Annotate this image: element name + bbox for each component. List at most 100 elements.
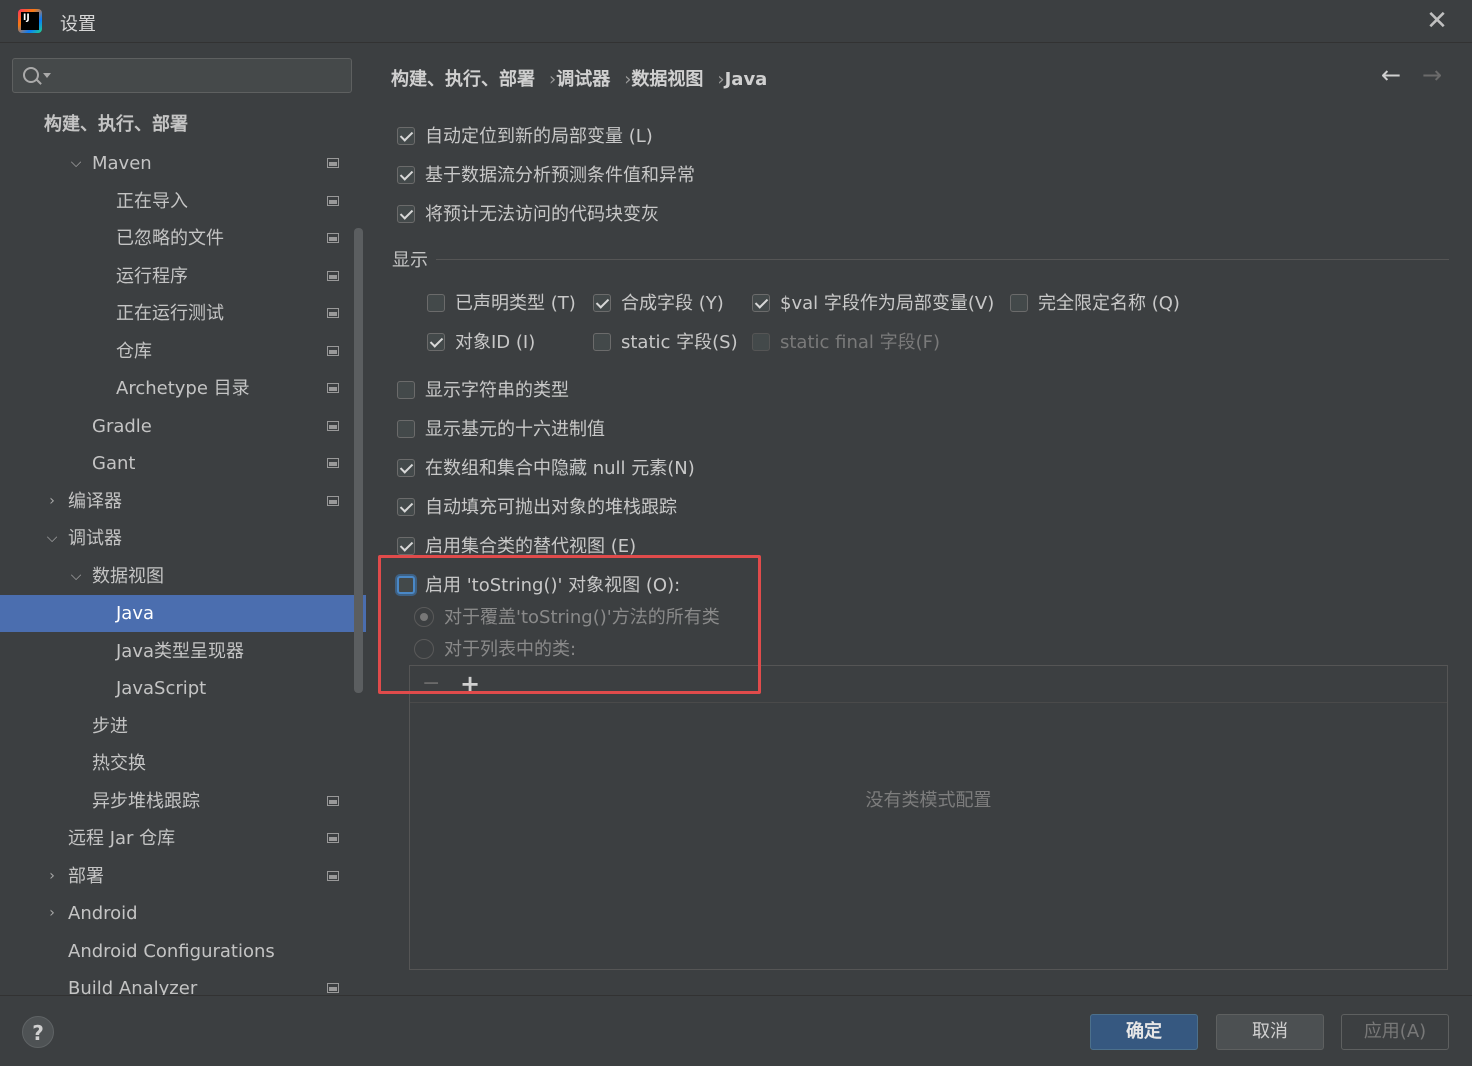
chevron-right-icon[interactable]: › [42, 858, 62, 895]
chevron-down-icon[interactable] [43, 73, 51, 78]
checkbox-box[interactable] [1010, 293, 1028, 312]
sidebar-item-maven[interactable]: ⌵ Maven [0, 145, 366, 182]
help-button[interactable]: ? [22, 1016, 54, 1048]
sidebar-item-label: Java [116, 603, 155, 624]
sidebar-item-compiler[interactable]: › 编译器 [0, 483, 366, 520]
sidebar-item-java[interactable]: Java [0, 595, 366, 632]
checkbox-gray-unreachable[interactable]: 将预计无法访问的代码块变灰 [397, 200, 659, 230]
sidebar-item-remote-jar[interactable]: 远程 Jar 仓库 [0, 820, 366, 857]
checkbox-label: 显示基元的十六进制值 [425, 419, 605, 440]
sidebar-item-data-views[interactable]: ⌵ 数据视图 [0, 558, 366, 595]
breadcrumb-separator: › [717, 69, 725, 90]
sidebar-item-label: 编译器 [68, 491, 122, 512]
checkbox-static-fields[interactable]: static 字段(S) [593, 328, 738, 358]
apply-button[interactable]: 应用(A) [1341, 1014, 1449, 1050]
sidebar-item-label: 仓库 [116, 341, 152, 362]
chevron-right-icon[interactable]: › [42, 895, 62, 932]
checkbox-box[interactable] [397, 536, 415, 555]
search-input[interactable] [59, 63, 348, 89]
checkbox-fqn[interactable]: 完全限定名称 (Q) [1010, 289, 1180, 319]
search-field[interactable] [12, 58, 352, 93]
breadcrumb-item: Java [724, 69, 768, 90]
checkbox-declared-type[interactable]: 已声明类型 (T) [427, 289, 576, 319]
checkbox-box[interactable] [397, 497, 415, 516]
checkbox-synthetic-fields[interactable]: 合成字段 (Y) [593, 289, 724, 319]
sidebar-item-label: Android Configurations [68, 941, 275, 962]
checkbox-static-final-fields[interactable]: static final 字段(F) [752, 328, 940, 358]
project-level-icon [327, 496, 339, 506]
project-level-icon [327, 308, 339, 318]
back-arrow-icon[interactable]: ← [1381, 61, 1401, 89]
sidebar-item-repositories[interactable]: 仓库 [0, 333, 366, 370]
chevron-down-icon[interactable]: ⌵ [66, 558, 86, 595]
sidebar-item-importing[interactable]: 正在导入 [0, 183, 366, 220]
sidebar-item-java-type-renderers[interactable]: Java类型呈现器 [0, 633, 366, 670]
sidebar-item-build-analyzer[interactable]: Build Analyzer [0, 970, 366, 995]
sidebar-item-android[interactable]: › Android [0, 895, 366, 932]
sidebar-item-label: 远程 Jar 仓库 [68, 828, 176, 849]
cancel-button[interactable]: 取消 [1216, 1014, 1324, 1050]
checkbox-box[interactable] [397, 204, 415, 223]
project-level-icon [327, 196, 339, 206]
project-level-icon [327, 458, 339, 468]
checkbox-label: 显示字符串的类型 [425, 380, 569, 401]
checkbox-box[interactable] [752, 332, 770, 351]
chevron-right-icon[interactable]: › [42, 483, 62, 520]
empty-list-text: 没有类模式配置 [865, 790, 992, 811]
sidebar-item-hotswap[interactable]: 热交换 [0, 745, 366, 782]
checkbox-label: 在数组和集合中隐藏 null 元素(N) [425, 458, 695, 479]
chevron-down-icon[interactable]: ⌵ [42, 520, 62, 557]
project-level-icon [327, 383, 339, 393]
checkbox-hide-null[interactable]: 在数组和集合中隐藏 null 元素(N) [397, 454, 695, 484]
sidebar-item-gradle[interactable]: Gradle [0, 408, 366, 445]
section-title-display: 显示 [392, 250, 428, 271]
sidebar-item-build[interactable]: 构建、执行、部署 [0, 106, 366, 143]
ok-button[interactable]: 确定 [1090, 1014, 1198, 1050]
sidebar-item-label: Java类型呈现器 [116, 641, 245, 662]
checkbox-box[interactable] [397, 458, 415, 477]
section-divider [436, 259, 1449, 260]
chevron-down-icon[interactable]: ⌵ [66, 145, 86, 182]
checkbox-hex[interactable]: 显示基元的十六进制值 [397, 415, 605, 445]
sidebar-item-async-stack-traces[interactable]: 异步堆栈跟踪 [0, 783, 366, 820]
checkbox-label: static 字段(S) [621, 332, 738, 353]
forward-arrow-icon[interactable]: → [1422, 61, 1442, 89]
checkbox-box[interactable] [397, 380, 415, 399]
sidebar-item-label: 调试器 [68, 528, 122, 549]
dialog-footer: ? 确定 取消 应用(A) [0, 995, 1472, 1066]
checkbox-object-id[interactable]: 对象ID (I) [427, 328, 535, 358]
checkbox-val-fields[interactable]: $val 字段作为局部变量(V) [752, 289, 994, 319]
checkbox-autofill-stack[interactable]: 自动填充可抛出对象的堆栈跟踪 [397, 493, 677, 523]
checkbox-box[interactable] [397, 165, 415, 184]
sidebar-scrollbar[interactable] [354, 228, 363, 693]
checkbox-label: 基于数据流分析预测条件值和异常 [425, 165, 695, 186]
sidebar-item-deployment[interactable]: › 部署 [0, 858, 366, 895]
sidebar-item-label: JavaScript [116, 678, 207, 699]
sidebar-item-archetype[interactable]: Archetype 目录 [0, 370, 366, 407]
sidebar-item-gant[interactable]: Gant [0, 445, 366, 482]
checkbox-box[interactable] [397, 419, 415, 438]
sidebar-item-ignored-files[interactable]: 已忽略的文件 [0, 220, 366, 257]
checkbox-box[interactable] [427, 332, 445, 351]
checkbox-label: static final 字段(F) [780, 332, 941, 353]
checkbox-box[interactable] [593, 293, 611, 312]
checkbox-box[interactable] [397, 126, 415, 145]
sidebar-item-javascript[interactable]: JavaScript [0, 670, 366, 707]
checkbox-string-type[interactable]: 显示字符串的类型 [397, 376, 569, 406]
project-level-icon [327, 233, 339, 243]
checkbox-box[interactable] [427, 293, 445, 312]
sidebar-item-runner[interactable]: 运行程序 [0, 258, 366, 295]
sidebar-item-label: 步进 [92, 716, 128, 737]
breadcrumb-item[interactable]: 数据视图 [631, 69, 703, 90]
breadcrumb-item[interactable]: 调试器 [556, 69, 610, 90]
close-button[interactable]: ✕ [1422, 6, 1452, 36]
sidebar-item-stepping[interactable]: 步进 [0, 708, 366, 745]
breadcrumb-item[interactable]: 构建、执行、部署 [391, 69, 535, 90]
checkbox-predict[interactable]: 基于数据流分析预测条件值和异常 [397, 161, 695, 191]
checkbox-box[interactable] [752, 293, 770, 312]
checkbox-auto-locate[interactable]: 自动定位到新的局部变量 (L) [397, 122, 653, 152]
sidebar-item-android-configurations[interactable]: Android Configurations [0, 933, 366, 970]
checkbox-box[interactable] [593, 332, 611, 351]
sidebar-item-debugger[interactable]: ⌵ 调试器 [0, 520, 366, 557]
sidebar-item-running-tests[interactable]: 正在运行测试 [0, 295, 366, 332]
